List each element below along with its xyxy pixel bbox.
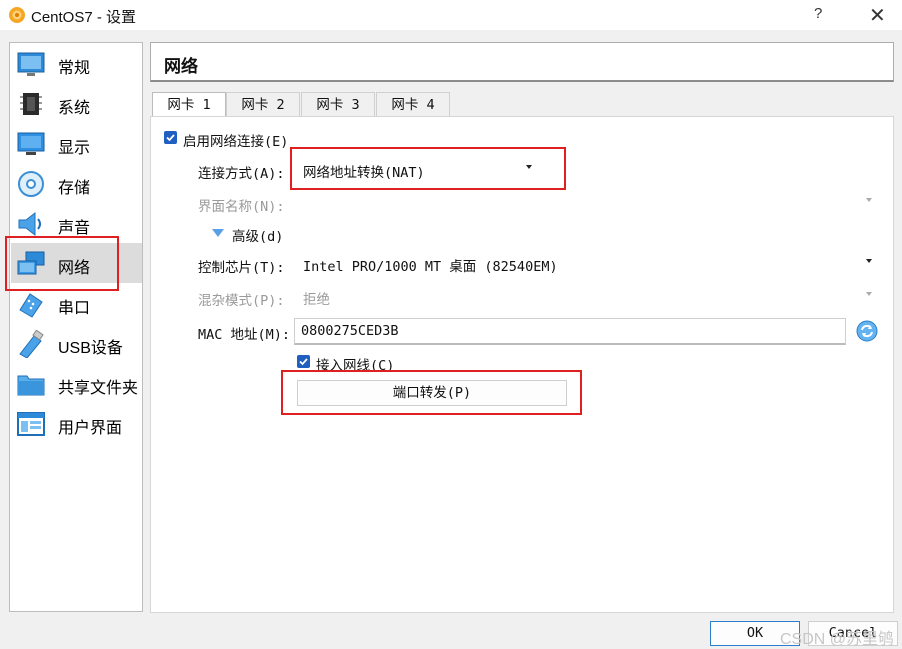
settings-sidebar: 常规 系统 显示 存储 声音 网络 串口 USB设备 共享文件夹 用户界面 bbox=[9, 42, 143, 612]
mac-address-label: MAC 地址(M): bbox=[198, 327, 291, 343]
audio-speaker-icon bbox=[18, 211, 41, 237]
sidebar-item-user-interface[interactable]: 用户界面 bbox=[11, 403, 142, 443]
sidebar-item-label: 声音 bbox=[58, 220, 91, 237]
port-forwarding-button[interactable]: 端口转发(P) bbox=[297, 380, 567, 406]
mac-address-input[interactable]: 0800275CED3B bbox=[294, 318, 846, 345]
serial-port-icon bbox=[19, 293, 43, 318]
promiscuous-mode-label: 混杂模式(P): bbox=[198, 293, 285, 309]
expand-triangle-icon[interactable] bbox=[212, 229, 224, 237]
network-icon bbox=[17, 251, 45, 275]
adapter-type-label: 控制芯片(T): bbox=[198, 260, 285, 276]
chevron-down-icon bbox=[526, 165, 532, 169]
chevron-down-icon bbox=[866, 292, 872, 296]
title-bar: CentOS7 - 设置 ? ✕ bbox=[0, 0, 902, 30]
tab-adapter-1[interactable]: 网卡 1 bbox=[152, 92, 226, 118]
attached-to-value: 网络地址转换(NAT) bbox=[303, 165, 425, 181]
sidebar-item-storage[interactable]: 存储 bbox=[11, 163, 142, 203]
attached-to-label: 连接方式(A): bbox=[198, 166, 285, 182]
sidebar-item-label: 显示 bbox=[58, 140, 91, 157]
refresh-mac-icon[interactable] bbox=[856, 320, 878, 342]
help-button[interactable]: ? bbox=[814, 5, 822, 22]
advanced-toggle[interactable]: 高级(d) bbox=[232, 225, 283, 245]
interface-name-label: 界面名称(N): bbox=[198, 199, 285, 215]
sidebar-item-network[interactable]: 网络 bbox=[11, 243, 142, 283]
tab-adapter-3[interactable]: 网卡 3 bbox=[301, 92, 375, 117]
adapter-type-value: Intel PRO/1000 MT 桌面 (82540EM) bbox=[303, 259, 558, 275]
sidebar-item-label: 常规 bbox=[58, 60, 91, 77]
promiscuous-mode-value: 拒绝 bbox=[303, 292, 330, 308]
interface-name-select[interactable] bbox=[294, 188, 879, 216]
sidebar-item-usb[interactable]: USB设备 bbox=[11, 323, 142, 363]
chevron-down-icon bbox=[866, 198, 872, 202]
close-button[interactable]: ✕ bbox=[869, 3, 886, 28]
display-monitor-icon bbox=[17, 132, 45, 155]
promiscuous-mode-select[interactable]: 拒绝 bbox=[294, 282, 879, 310]
enable-adapter-label[interactable]: 启用网络连接(E) bbox=[183, 130, 288, 150]
tab-adapter-4[interactable]: 网卡 4 bbox=[376, 92, 450, 117]
sidebar-item-label: 共享文件夹 bbox=[58, 380, 139, 397]
sidebar-item-general[interactable]: 常规 bbox=[11, 43, 142, 83]
sidebar-item-display[interactable]: 显示 bbox=[11, 123, 142, 163]
storage-disc-icon bbox=[18, 171, 44, 197]
mac-address-value: 0800275CED3B bbox=[301, 323, 399, 339]
sidebar-item-label: 系统 bbox=[58, 100, 91, 117]
cable-connected-checkbox[interactable] bbox=[297, 355, 310, 368]
sidebar-item-label: 用户界面 bbox=[58, 420, 123, 437]
usb-icon bbox=[19, 330, 44, 358]
watermark-text: CSDN @苏里鸲 bbox=[780, 631, 895, 648]
cable-connected-label[interactable]: 接入网线(C) bbox=[316, 354, 394, 374]
sidebar-item-label: 存储 bbox=[58, 180, 91, 197]
sidebar-item-audio[interactable]: 声音 bbox=[11, 203, 142, 243]
page-header: 网络 bbox=[150, 42, 894, 82]
enable-adapter-checkbox[interactable] bbox=[164, 131, 177, 144]
window-title: CentOS7 - 设置 bbox=[31, 9, 137, 26]
sidebar-item-label: 网络 bbox=[58, 260, 91, 277]
sidebar-item-serial-port[interactable]: 串口 bbox=[11, 283, 142, 323]
tab-adapter-2[interactable]: 网卡 2 bbox=[226, 92, 300, 117]
general-icon bbox=[17, 52, 45, 76]
sidebar-item-label: USB设备 bbox=[58, 340, 123, 357]
adapter-type-select[interactable]: Intel PRO/1000 MT 桌面 (82540EM) bbox=[294, 249, 879, 277]
sidebar-item-label: 串口 bbox=[58, 300, 91, 317]
sidebar-item-shared-folders[interactable]: 共享文件夹 bbox=[11, 363, 142, 403]
user-interface-icon bbox=[17, 412, 45, 436]
attached-to-select[interactable]: 网络地址转换(NAT) bbox=[294, 155, 542, 183]
system-chip-icon bbox=[20, 93, 42, 115]
chevron-down-icon bbox=[866, 259, 872, 263]
sidebar-item-system[interactable]: 系统 bbox=[11, 83, 142, 123]
virtualbox-app-icon bbox=[9, 7, 25, 23]
shared-folder-icon bbox=[17, 375, 45, 396]
page-title: 网络 bbox=[164, 57, 198, 76]
